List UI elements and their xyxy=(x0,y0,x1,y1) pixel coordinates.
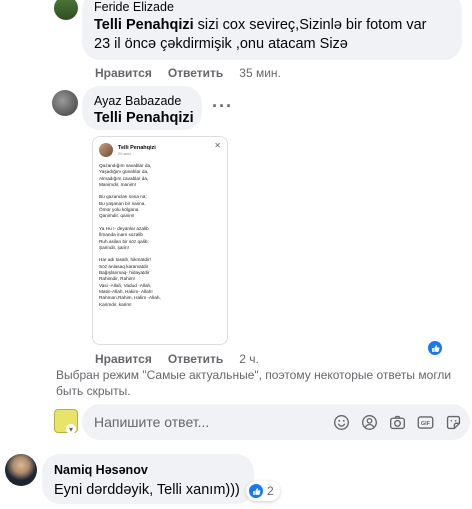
comment-bubble-ayaz: Ayaz Babazade Telli Penahqizi xyxy=(82,86,202,130)
attachment-poem: Qazandığım savablar da, Yaşadığım günahl… xyxy=(99,163,161,307)
comment-text: Eyni dərddəyik, Telli xanım))) xyxy=(54,482,240,498)
reply-button[interactable]: Ответить xyxy=(168,66,223,80)
comment-text: Telli Penahqizi sizi cox sevireç,Sizinlə… xyxy=(94,16,454,54)
comment-author[interactable]: Feride Elizade xyxy=(94,0,174,14)
reply-input[interactable] xyxy=(94,412,214,432)
avatar-sticker-icon[interactable] xyxy=(360,413,378,431)
gif-icon[interactable]: GIF xyxy=(416,413,434,431)
sorting-notice: Выбран режим "Самые актуальные", поэтому… xyxy=(56,368,452,398)
reply-composer: GIF xyxy=(82,404,470,440)
avatar-feride[interactable] xyxy=(54,0,78,20)
camera-icon[interactable] xyxy=(388,413,406,431)
emoji-icon[interactable] xyxy=(332,413,350,431)
comment-author[interactable]: Ayaz Babazade xyxy=(94,94,181,108)
comment-text-line1: sizi cox sevireç,Sizinlə bir fotom var xyxy=(193,17,427,33)
svg-text:GIF: GIF xyxy=(420,421,430,427)
reaction-count: 2 xyxy=(267,484,274,498)
attachment-avatar xyxy=(99,143,113,157)
mention-link[interactable]: Telli Penahqizi xyxy=(94,17,194,33)
timestamp[interactable]: 2 ч. xyxy=(239,352,259,366)
comment-text-line2: 23 il öncə çəkdirmişik ,onu atacam Sizə xyxy=(94,36,348,52)
comment-actions: Нравится Ответить 2 ч. xyxy=(95,352,259,366)
attachment-header: Telli Penahqizi 20 мин. · xyxy=(99,143,156,157)
current-user-status-icon: ▾ xyxy=(66,424,76,434)
comment-reactions[interactable]: 2 xyxy=(246,481,280,501)
like-reaction-icon xyxy=(248,483,264,499)
reply-button[interactable]: Ответить xyxy=(168,352,223,366)
close-icon: ✕ xyxy=(214,141,221,150)
attachment-author: Telli Penahqizi xyxy=(118,144,156,151)
comment-attachment-image[interactable]: Telli Penahqizi 20 мин. · ✕ Qazandığım s… xyxy=(92,136,228,345)
avatar-namiq[interactable] xyxy=(5,454,37,486)
composer-tools: GIF xyxy=(332,413,462,431)
like-button[interactable]: Нравится xyxy=(95,66,152,80)
like-button[interactable]: Нравится xyxy=(95,352,152,366)
like-reaction-icon[interactable] xyxy=(427,340,443,356)
comment-bubble-feride: Feride Elizade Telli Penahqizi sizi cox … xyxy=(82,0,462,60)
avatar-ayaz[interactable] xyxy=(52,90,78,116)
attachment-author-block: Telli Penahqizi 20 мин. · xyxy=(118,145,156,156)
more-options-icon[interactable]: ··· xyxy=(212,96,233,117)
comment-author[interactable]: Namiq Həsənov xyxy=(54,463,148,477)
comment-bubble-namiq: Namiq Həsənov Eyni dərddəyik, Telli xanı… xyxy=(42,454,254,504)
timestamp[interactable]: 35 мин. xyxy=(239,66,281,80)
comment-actions: Нравится Ответить 35 мин. xyxy=(95,66,281,80)
sticker-icon[interactable] xyxy=(444,413,462,431)
mention-link[interactable]: Telli Penahqizi xyxy=(94,109,194,128)
attachment-meta: 20 мин. · xyxy=(118,150,135,156)
